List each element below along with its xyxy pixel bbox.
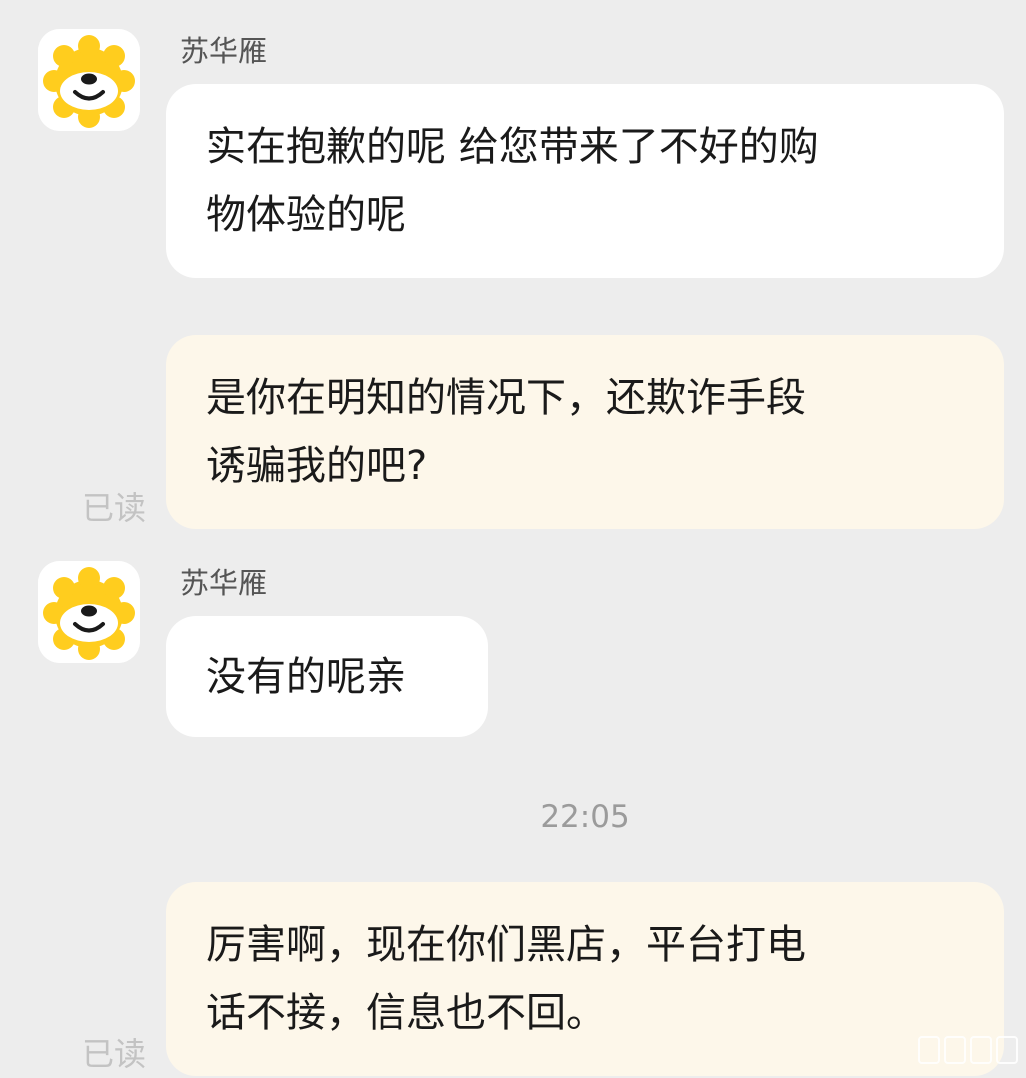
- read-status: 已读: [82, 1035, 147, 1073]
- message-timestamp: 22:05: [540, 799, 630, 835]
- incoming-message-bubble[interactable]: 实在抱歉的呢 给您带来了不好的购 物体验的呢: [166, 84, 1004, 278]
- sender-name: 苏华雁: [180, 566, 268, 600]
- sender-name: 苏华雁: [180, 34, 268, 68]
- message-text: 是你在明知的情况下，还欺诈手段 诱骗我的吧?: [206, 375, 806, 489]
- message-text: 没有的呢亲: [206, 653, 406, 700]
- outgoing-message-bubble[interactable]: 厉害啊，现在你们黑店，平台打电 话不接，信息也不回。: [166, 882, 1004, 1076]
- lion-mascot-icon: [38, 561, 140, 663]
- message-text: 厉害啊，现在你们黑店，平台打电 话不接，信息也不回。: [206, 922, 806, 1036]
- read-status: 已读: [82, 489, 147, 527]
- message-text: 实在抱歉的呢 给您带来了不好的购 物体验的呢: [206, 124, 819, 238]
- sender-avatar[interactable]: [38, 29, 140, 131]
- outgoing-message-bubble[interactable]: 是你在明知的情况下，还欺诈手段 诱骗我的吧?: [166, 335, 1004, 529]
- lion-mascot-icon: [38, 29, 140, 131]
- watermark: [918, 1036, 1018, 1064]
- incoming-message-bubble[interactable]: 没有的呢亲: [166, 616, 488, 737]
- sender-avatar[interactable]: [38, 561, 140, 663]
